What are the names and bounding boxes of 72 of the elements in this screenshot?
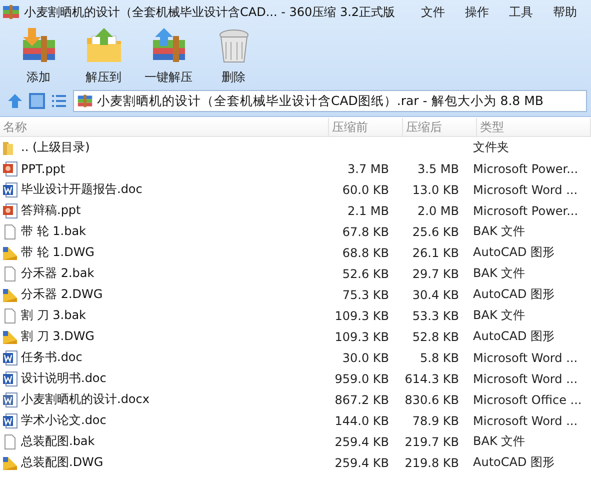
table-cell-text: 53.3 KB: [411, 308, 460, 322]
file-name[interactable]: 分禾器 2.bak: [21, 265, 94, 282]
file-name[interactable]: 总装配图.DWG: [21, 454, 104, 471]
menu-item[interactable]: 操作: [455, 4, 499, 20]
table-cell-text: 78.9 KB: [411, 414, 460, 428]
table-cell-text: 219.8 KB: [404, 456, 460, 470]
table-cell-text: Microsoft Power...: [472, 162, 580, 176]
table-cell-text: 2.1 MB: [346, 204, 390, 218]
table-cell-text: AutoCAD 图形: [472, 454, 556, 471]
file-name[interactable]: 任务书.doc: [21, 349, 82, 366]
table-cell-text: BAK 文件: [472, 223, 526, 240]
table-cell-text: 52.6 KB: [341, 266, 390, 280]
table-cell-text: 52.8 KB: [411, 330, 460, 344]
table-cell-text: 30.0 KB: [341, 350, 390, 364]
toolbar-button[interactable]: 解压到: [71, 24, 136, 88]
table-cell-text: 219.7 KB: [404, 434, 460, 448]
table-cell-text: Microsoft Word ...: [472, 350, 579, 364]
file-name[interactable]: 小麦割晒机的设计.docx: [21, 391, 150, 408]
file-name[interactable]: 带 轮 1.DWG: [21, 244, 94, 261]
menu-item[interactable]: 帮助: [543, 4, 587, 20]
table-cell-text: 830.6 KB: [404, 392, 460, 406]
menu-item[interactable]: 工具: [499, 4, 543, 20]
table-cell-text: 259.4 KB: [334, 456, 390, 470]
table-cell-text: Microsoft Word ...: [472, 414, 579, 428]
file-name[interactable]: 学术小论文.doc: [21, 412, 106, 429]
table-cell-text: 13.0 KB: [411, 182, 460, 196]
file-name[interactable]: 割 刀 3.DWG: [21, 328, 94, 345]
table-cell-text: AutoCAD 图形: [472, 286, 556, 303]
table-cell-text: 25.6 KB: [411, 224, 460, 238]
file-name[interactable]: 割 刀 3.bak: [21, 307, 86, 324]
table-cell-text: Microsoft Word ...: [472, 182, 579, 196]
file-name[interactable]: 总装配图.bak: [21, 433, 95, 450]
file-name[interactable]: PPT.ppt: [21, 162, 66, 176]
menu-item[interactable]: 文件: [411, 4, 455, 20]
table-cell-text: 67.8 KB: [341, 224, 390, 238]
file-name[interactable]: 设计说明书.doc: [21, 370, 106, 387]
table-cell-text: 5.8 KB: [419, 350, 460, 364]
table-cell-text: 29.7 KB: [411, 266, 460, 280]
table-cell-text: 68.8 KB: [341, 246, 390, 260]
address-field[interactable]: 小麦割晒机的设计（全套机械毕业设计含CAD图纸）.rar - 解包大小为 8.8 MB: [73, 90, 587, 112]
table-cell-text: BAK 文件: [472, 265, 526, 282]
file-name[interactable]: 毕业设计开题报告.doc: [21, 181, 142, 198]
table-cell-text: 3.7 MB: [346, 162, 390, 176]
table-cell-text: 959.0 KB: [334, 372, 390, 386]
table-cell-text: AutoCAD 图形: [472, 328, 556, 345]
file-name[interactable]: .. (上级目录): [21, 139, 90, 156]
table-cell-text: 614.3 KB: [404, 372, 460, 386]
table-cell-text: Microsoft Office ...: [472, 392, 583, 406]
table-cell-text: Microsoft Power...: [472, 204, 580, 218]
toolbar-button[interactable]: 删除: [201, 24, 266, 88]
table-cell-text: 75.3 KB: [341, 288, 390, 302]
table-cell-text: Microsoft Word ...: [472, 372, 579, 386]
table-cell-text: 259.4 KB: [334, 434, 390, 448]
table-cell-text: 3.5 MB: [416, 162, 460, 176]
table-cell-text: 867.2 KB: [334, 392, 390, 406]
toolbar-button[interactable]: 添加: [6, 24, 71, 88]
table-cell-text: 60.0 KB: [341, 182, 390, 196]
window-title: 小麦割晒机的设计（全套机械毕业设计含CAD... - 360压缩 3.2正式版: [24, 4, 396, 20]
table-cell-text: 30.4 KB: [411, 288, 460, 302]
file-name[interactable]: 带 轮 1.bak: [21, 223, 86, 240]
table-cell-text: 109.3 KB: [334, 330, 390, 344]
table-cell-text: 2.0 MB: [416, 204, 460, 218]
file-name[interactable]: 答辩稿.ppt: [21, 202, 81, 219]
table-cell-text: 26.1 KB: [411, 246, 460, 260]
table-cell-text: BAK 文件: [472, 307, 526, 324]
file-name[interactable]: 分禾器 2.DWG: [21, 286, 103, 303]
toolbar-button[interactable]: 一键解压: [136, 24, 201, 88]
table-cell-text: 文件夹: [472, 139, 510, 156]
table-cell-text: 109.3 KB: [334, 308, 390, 322]
table-cell-text: AutoCAD 图形: [472, 244, 556, 261]
table-cell-text: 144.0 KB: [334, 414, 390, 428]
table-cell-text: BAK 文件: [472, 433, 526, 450]
